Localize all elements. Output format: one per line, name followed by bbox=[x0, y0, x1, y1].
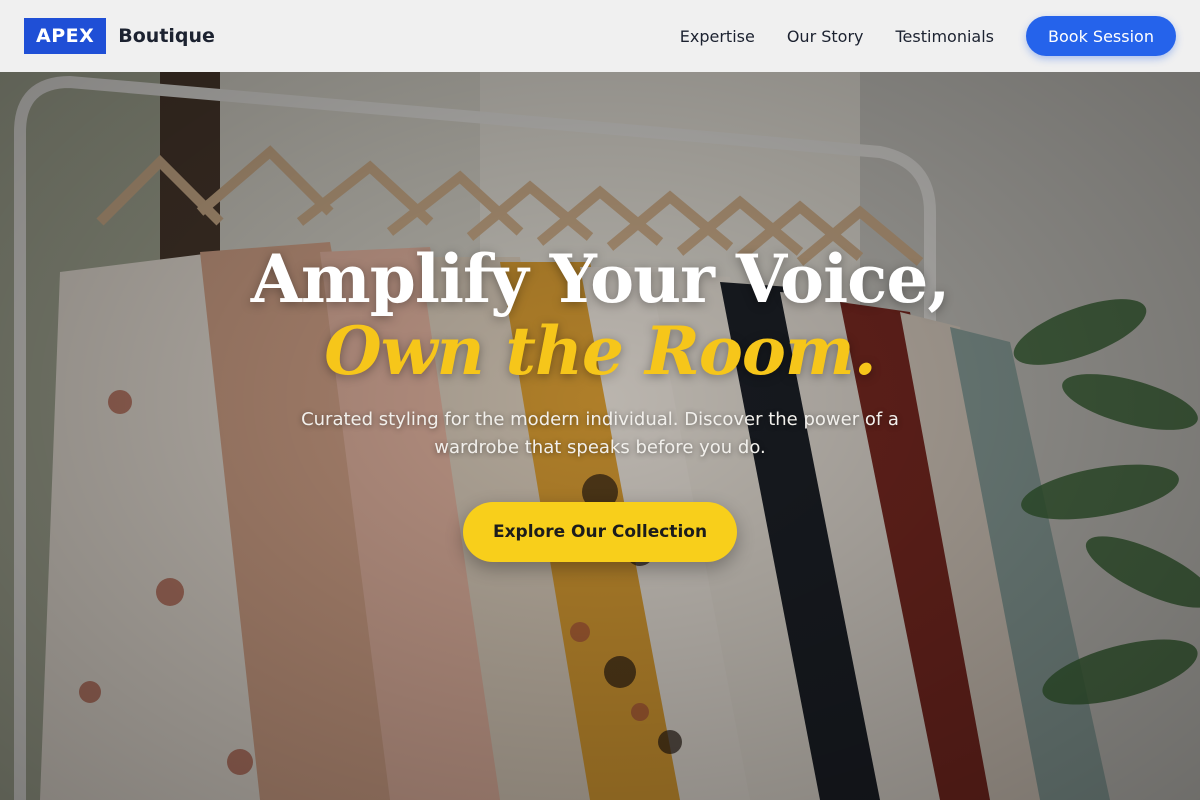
logo-text[interactable]: Boutique bbox=[118, 25, 215, 47]
main-nav: Expertise Our Story Testimonials Book Se… bbox=[680, 16, 1176, 56]
hero-headline-line1: Amplify Your Voice, bbox=[250, 240, 951, 318]
nav-link-testimonials[interactable]: Testimonials bbox=[896, 27, 995, 46]
hero-subtitle: Curated styling for the modern individua… bbox=[301, 409, 899, 458]
logo-mark[interactable]: APEX bbox=[24, 18, 107, 54]
nav-link-our-story[interactable]: Our Story bbox=[787, 27, 864, 46]
nav-link-expertise[interactable]: Expertise bbox=[680, 27, 755, 46]
book-session-button[interactable]: Book Session bbox=[1026, 16, 1176, 56]
site-header: APEX Boutique Expertise Our Story Testim… bbox=[0, 0, 1200, 72]
explore-collection-button[interactable]: Explore Our Collection bbox=[463, 502, 737, 562]
hero-section: Amplify Your Voice, Own the Room. Curate… bbox=[0, 72, 1200, 800]
hero-headline-line2: Own the Room. bbox=[324, 312, 876, 390]
